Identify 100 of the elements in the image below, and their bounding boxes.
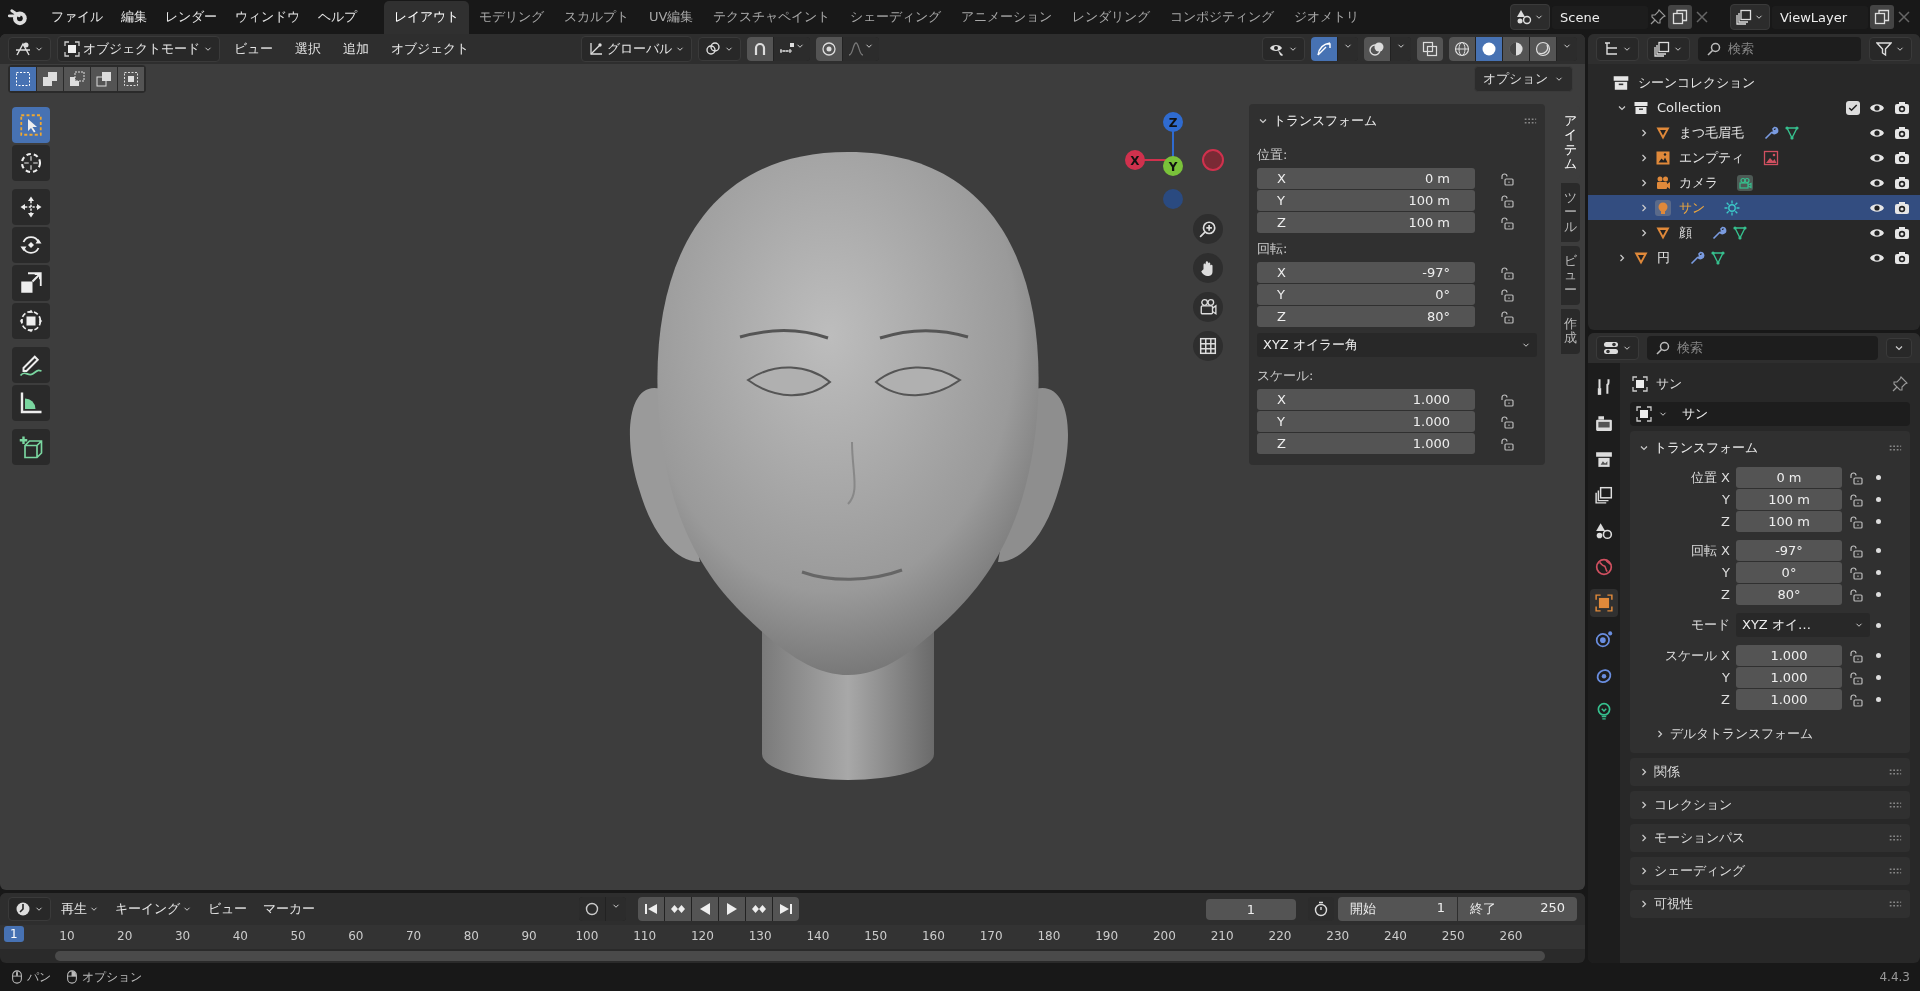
workspace-tab[interactable]: シェーディング [840,1,952,34]
keyframe-dot[interactable] [1876,675,1881,680]
outliner-row[interactable]: 円 [1588,245,1920,270]
number-field[interactable]: 0° [1736,562,1842,583]
sidebar-tab[interactable]: ツール [1561,183,1580,243]
selection-mode-button[interactable] [64,67,90,91]
playback-button[interactable] [665,897,691,921]
menu-item[interactable]: ビュー [202,898,253,920]
vertex-triangle-icon[interactable] [1710,249,1726,266]
lock-icon[interactable] [1848,669,1864,686]
lock-icon[interactable] [1499,214,1515,231]
collapsed-panel[interactable]: コレクション [1630,791,1910,819]
keyframe-dot[interactable] [1876,592,1881,597]
lock-icon[interactable] [1848,564,1864,581]
number-field[interactable]: Y 100 m [1257,190,1475,211]
number-field[interactable]: 1.000 [1736,645,1842,666]
lock-icon[interactable] [1848,542,1864,559]
menu-item[interactable]: キーイング [109,898,198,920]
number-field[interactable]: X 0 m [1257,168,1475,189]
image-icon[interactable] [1763,149,1779,166]
number-field[interactable]: Z 80° [1257,306,1475,327]
menu-item[interactable]: 再生 [55,898,105,920]
rotation-mode-dropdown[interactable]: XYZ オイラー角 [1257,333,1537,357]
end-frame-field[interactable]: 終了 250 [1458,897,1577,921]
lock-icon[interactable] [1499,413,1515,430]
playback-button[interactable] [773,897,799,921]
pin-icon[interactable] [1650,9,1666,25]
lock-icon[interactable] [1848,586,1864,603]
number-field[interactable]: X 1.000 [1257,389,1475,410]
pan-button[interactable] [1193,253,1223,283]
shading-mode-button[interactable] [1476,37,1502,61]
number-field[interactable]: Z 1.000 [1257,433,1475,454]
outliner-row[interactable]: カメラ [1588,170,1920,195]
properties-tab[interactable] [1590,589,1618,617]
lock-icon[interactable] [1848,691,1864,708]
playback-button[interactable] [638,897,664,921]
search-field[interactable]: 検索 [1647,336,1878,360]
sidebar-tab[interactable]: ビュー [1561,246,1580,305]
menu-item[interactable]: ウィンドウ [226,4,309,30]
number-field[interactable]: 1.000 [1736,667,1842,688]
shading-mode-button[interactable] [1449,37,1475,61]
collapsed-panel[interactable]: モーションパス [1630,824,1910,852]
selection-mode-button[interactable] [118,67,144,91]
tool-button[interactable] [12,429,50,465]
include-checkbox[interactable] [1846,100,1860,115]
keyframe-dot[interactable] [1876,697,1881,702]
orientation-dropdown[interactable]: グローバル [581,36,692,62]
close-icon[interactable] [1896,9,1912,25]
app-logo-icon[interactable] [8,7,28,27]
tool-button[interactable] [12,347,50,383]
tool-button[interactable] [12,189,50,225]
lock-icon[interactable] [1848,469,1864,486]
workspace-tab[interactable]: テクスチャペイント [703,1,841,34]
vertex-triangle-icon[interactable] [1732,224,1748,241]
lock-icon[interactable] [1499,286,1515,303]
lock-icon[interactable] [1499,308,1515,325]
negative-z-axis-handle[interactable] [1163,189,1183,209]
workspace-tab[interactable]: レンダリング [1062,1,1161,34]
collapsed-panel[interactable]: 関係 [1630,758,1910,786]
rotation-mode-dropdown[interactable]: XYZ オイ… [1736,613,1870,637]
scene-menu-button[interactable] [1510,4,1550,30]
camera-icon[interactable] [1894,199,1910,216]
menu-item[interactable]: ファイル [42,4,112,30]
filter-button[interactable] [1869,37,1912,61]
camera-icon[interactable] [1894,99,1910,116]
menu-item[interactable]: 選択 [287,37,329,61]
workspace-tab[interactable]: UV編集 [639,1,704,34]
vertex-triangle-icon[interactable] [1784,124,1800,141]
workspace-tab[interactable]: コンポジティング [1160,1,1285,34]
workspace-tab[interactable]: スカルプト [554,1,639,34]
visibility-dropdown[interactable] [1262,37,1305,61]
number-field[interactable]: 80° [1736,584,1842,605]
z-axis-handle[interactable]: Z [1163,112,1183,132]
mode-dropdown[interactable]: オブジェクトモード [57,36,220,62]
selection-mode-button[interactable] [91,67,117,91]
outliner-row[interactable]: まつ毛眉毛 [1588,120,1920,145]
lock-icon[interactable] [1848,647,1864,664]
menu-item[interactable]: オブジェクト [383,37,477,61]
keyframe-dot[interactable] [1876,570,1881,575]
search-field[interactable]: 検索 [1698,37,1861,61]
camera-icon[interactable] [1737,174,1753,191]
camera-icon[interactable] [1894,149,1910,166]
playback-button[interactable] [719,897,745,921]
y-axis-handle[interactable]: Y [1163,156,1183,176]
keyframe-dot[interactable] [1876,548,1881,553]
collapsed-panel[interactable]: 可視性 [1630,890,1910,918]
outliner-row[interactable]: エンプティ [1588,145,1920,170]
tool-button[interactable] [12,265,50,301]
camera-icon[interactable] [1894,249,1910,266]
keyframe-dot[interactable] [1876,475,1881,480]
wrench-icon[interactable] [1711,224,1727,241]
shading-mode-button[interactable] [1530,37,1556,61]
shading-mode-button[interactable] [1503,37,1529,61]
menu-item[interactable]: レンダー [156,4,226,30]
keyframe-dot[interactable] [1876,622,1881,628]
wrench-icon[interactable] [1763,124,1779,141]
workspace-tab[interactable]: レイアウト [384,1,469,34]
tool-button[interactable] [12,145,50,181]
start-frame-field[interactable]: 開始 1 [1338,897,1457,921]
outliner-row[interactable]: シーンコレクション [1588,70,1920,95]
